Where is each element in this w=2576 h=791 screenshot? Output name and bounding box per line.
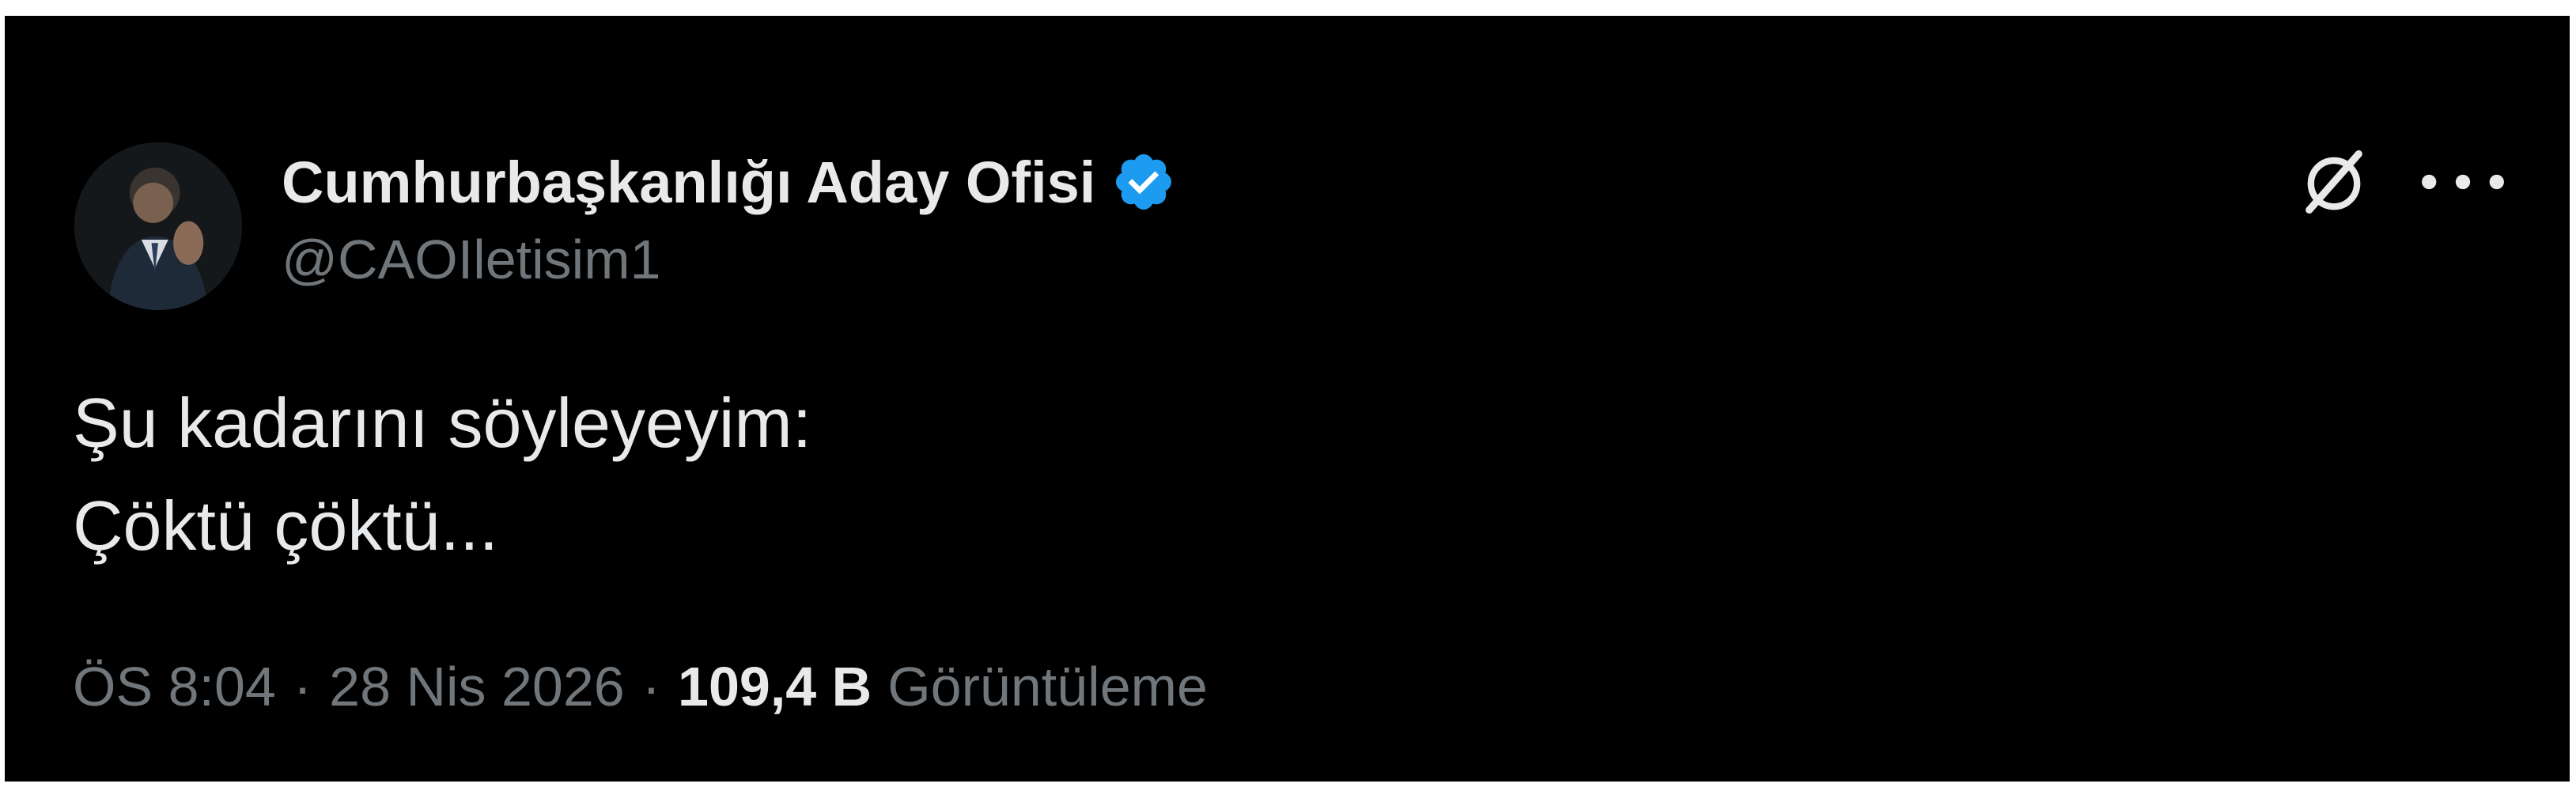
avatar-image <box>74 142 242 310</box>
meta-separator: · <box>641 656 661 717</box>
grok-icon[interactable] <box>2294 142 2374 221</box>
tweet-meta: ÖS 8:04 · 28 Nis 2026 · 109,4 B Görüntül… <box>73 655 1208 718</box>
meta-separator: · <box>293 656 312 717</box>
tweet-text-line-1: Şu kadarını söyleyeyim: <box>73 384 812 462</box>
tweet-time[interactable]: ÖS 8:04 <box>73 655 276 718</box>
tweet-text-line-2: Çöktü çöktü... <box>73 486 499 565</box>
author-name-row: Cumhurbaşkanlığı Aday Ofisi <box>282 142 1176 221</box>
tweet-card: Cumhurbaşkanlığı Aday Ofisi @CAOIletisim… <box>5 16 2570 782</box>
views-count[interactable]: 109,4 B <box>678 655 872 718</box>
verified-badge-icon[interactable] <box>1111 149 1176 214</box>
author-handle[interactable]: @CAOIletisim1 <box>282 228 660 291</box>
top-actions <box>2294 142 2506 221</box>
views-label: Görüntüleme <box>887 656 1208 717</box>
tweet-text: Şu kadarını söyleyeyim: Çöktü çöktü... <box>73 372 811 577</box>
tweet-date[interactable]: 28 Nis 2026 <box>329 655 625 718</box>
avatar[interactable] <box>74 142 242 310</box>
more-options-icon[interactable] <box>2419 142 2506 221</box>
author-display-name[interactable]: Cumhurbaşkanlığı Aday Ofisi <box>282 149 1095 216</box>
